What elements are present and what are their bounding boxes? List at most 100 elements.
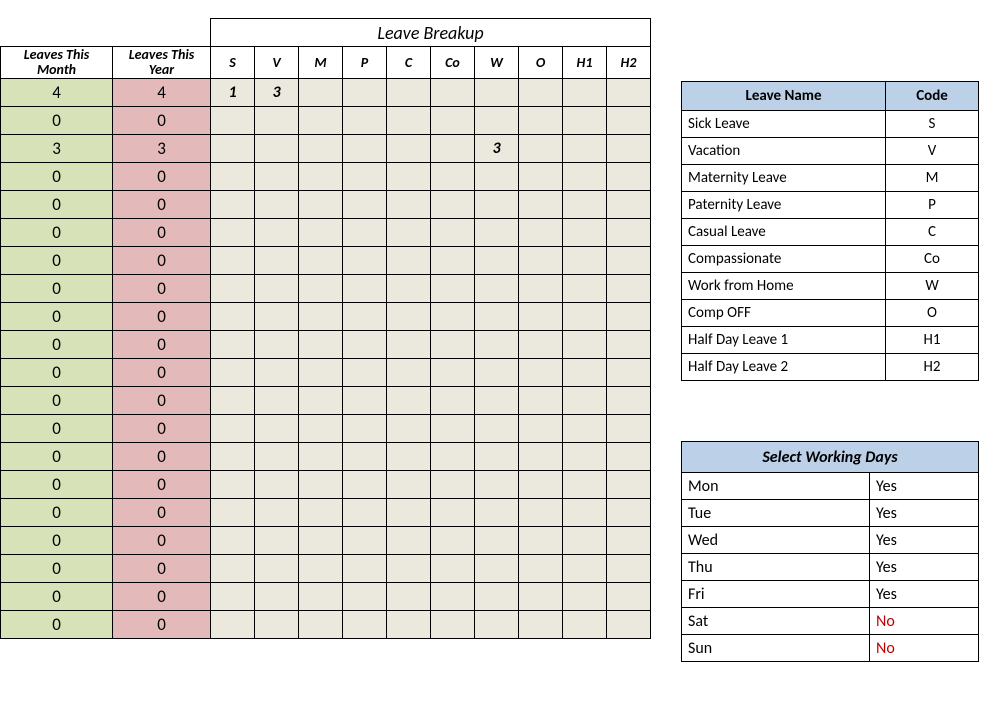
cell-breakup[interactable]: [607, 526, 651, 554]
cell-breakup[interactable]: [519, 190, 563, 218]
cell-breakup[interactable]: [475, 274, 519, 302]
cell-breakup[interactable]: [299, 330, 343, 358]
cell-breakup[interactable]: [211, 386, 255, 414]
cell-breakup[interactable]: [387, 498, 431, 526]
cell-breakup[interactable]: [519, 610, 563, 638]
cell-breakup[interactable]: [255, 498, 299, 526]
cell-breakup[interactable]: [255, 106, 299, 134]
cell-breakup[interactable]: [255, 218, 299, 246]
cell-breakup[interactable]: [299, 442, 343, 470]
cell-breakup[interactable]: [431, 554, 475, 582]
cell-breakup[interactable]: [211, 218, 255, 246]
cell-breakup[interactable]: [255, 190, 299, 218]
cell-breakup[interactable]: [475, 554, 519, 582]
cell-breakup[interactable]: [519, 554, 563, 582]
cell-leaves-year[interactable]: 0: [113, 386, 211, 414]
cell-breakup[interactable]: [607, 582, 651, 610]
cell-leaves-year[interactable]: 0: [113, 106, 211, 134]
cell-breakup[interactable]: [299, 274, 343, 302]
cell-breakup[interactable]: [211, 302, 255, 330]
cell-breakup[interactable]: [475, 582, 519, 610]
cell-leaves-month[interactable]: 0: [1, 274, 113, 302]
cell-breakup[interactable]: [431, 190, 475, 218]
cell-breakup[interactable]: [519, 582, 563, 610]
cell-breakup[interactable]: [607, 498, 651, 526]
cell-leaves-year[interactable]: 0: [113, 610, 211, 638]
cell-breakup[interactable]: [475, 414, 519, 442]
cell-breakup[interactable]: [475, 330, 519, 358]
cell-breakup[interactable]: [607, 190, 651, 218]
cell-breakup[interactable]: [475, 190, 519, 218]
cell-leaves-year[interactable]: 0: [113, 218, 211, 246]
cell-breakup[interactable]: [387, 610, 431, 638]
cell-breakup[interactable]: [255, 302, 299, 330]
cell-breakup[interactable]: [387, 330, 431, 358]
cell-breakup[interactable]: [431, 78, 475, 106]
cell-breakup[interactable]: [211, 526, 255, 554]
cell-breakup[interactable]: [607, 218, 651, 246]
cell-breakup[interactable]: [255, 358, 299, 386]
cell-leaves-month[interactable]: 0: [1, 498, 113, 526]
cell-breakup[interactable]: [607, 610, 651, 638]
cell-breakup[interactable]: [519, 386, 563, 414]
cell-breakup[interactable]: [343, 190, 387, 218]
cell-breakup[interactable]: [475, 302, 519, 330]
cell-breakup[interactable]: [255, 470, 299, 498]
cell-breakup[interactable]: [431, 274, 475, 302]
cell-breakup[interactable]: [299, 470, 343, 498]
cell-breakup[interactable]: [343, 470, 387, 498]
cell-breakup[interactable]: [299, 162, 343, 190]
cell-breakup[interactable]: [431, 414, 475, 442]
cell-breakup[interactable]: [563, 498, 607, 526]
cell-breakup[interactable]: [387, 78, 431, 106]
cell-leaves-month[interactable]: 0: [1, 386, 113, 414]
cell-leaves-month[interactable]: 0: [1, 162, 113, 190]
cell-breakup[interactable]: [607, 134, 651, 162]
cell-leaves-month[interactable]: 0: [1, 526, 113, 554]
cell-breakup[interactable]: [387, 582, 431, 610]
cell-breakup[interactable]: 3: [255, 78, 299, 106]
cell-breakup[interactable]: 1: [211, 78, 255, 106]
cell-breakup[interactable]: [519, 470, 563, 498]
cell-breakup[interactable]: [607, 386, 651, 414]
cell-breakup[interactable]: [255, 554, 299, 582]
cell-breakup[interactable]: [607, 246, 651, 274]
cell-breakup[interactable]: [255, 610, 299, 638]
cell-breakup[interactable]: [563, 78, 607, 106]
cell-leaves-year[interactable]: 0: [113, 330, 211, 358]
cell-breakup[interactable]: [211, 162, 255, 190]
cell-breakup[interactable]: [563, 330, 607, 358]
cell-breakup[interactable]: [343, 358, 387, 386]
cell-breakup[interactable]: [431, 358, 475, 386]
cell-breakup[interactable]: [255, 330, 299, 358]
cell-breakup[interactable]: [255, 526, 299, 554]
cell-breakup[interactable]: [299, 498, 343, 526]
cell-breakup[interactable]: [475, 442, 519, 470]
cell-breakup[interactable]: [563, 386, 607, 414]
cell-breakup[interactable]: [519, 78, 563, 106]
cell-breakup[interactable]: [607, 358, 651, 386]
cell-breakup[interactable]: [563, 442, 607, 470]
cell-breakup[interactable]: [211, 498, 255, 526]
cell-breakup[interactable]: [519, 218, 563, 246]
cell-leaves-month[interactable]: 0: [1, 582, 113, 610]
cell-breakup[interactable]: [387, 106, 431, 134]
cell-breakup[interactable]: [607, 470, 651, 498]
cell-breakup[interactable]: [563, 190, 607, 218]
cell-breakup[interactable]: [563, 218, 607, 246]
cell-breakup[interactable]: [211, 134, 255, 162]
cell-breakup[interactable]: [519, 442, 563, 470]
cell-breakup[interactable]: [519, 106, 563, 134]
cell-breakup[interactable]: [607, 414, 651, 442]
workday-value[interactable]: Yes: [870, 581, 979, 608]
cell-breakup[interactable]: [299, 302, 343, 330]
cell-breakup[interactable]: [299, 134, 343, 162]
cell-breakup[interactable]: [475, 162, 519, 190]
cell-breakup[interactable]: [255, 162, 299, 190]
cell-breakup[interactable]: [387, 554, 431, 582]
cell-breakup[interactable]: [387, 386, 431, 414]
cell-breakup[interactable]: [343, 442, 387, 470]
cell-breakup[interactable]: [607, 554, 651, 582]
cell-breakup[interactable]: [299, 610, 343, 638]
cell-leaves-month[interactable]: 0: [1, 330, 113, 358]
